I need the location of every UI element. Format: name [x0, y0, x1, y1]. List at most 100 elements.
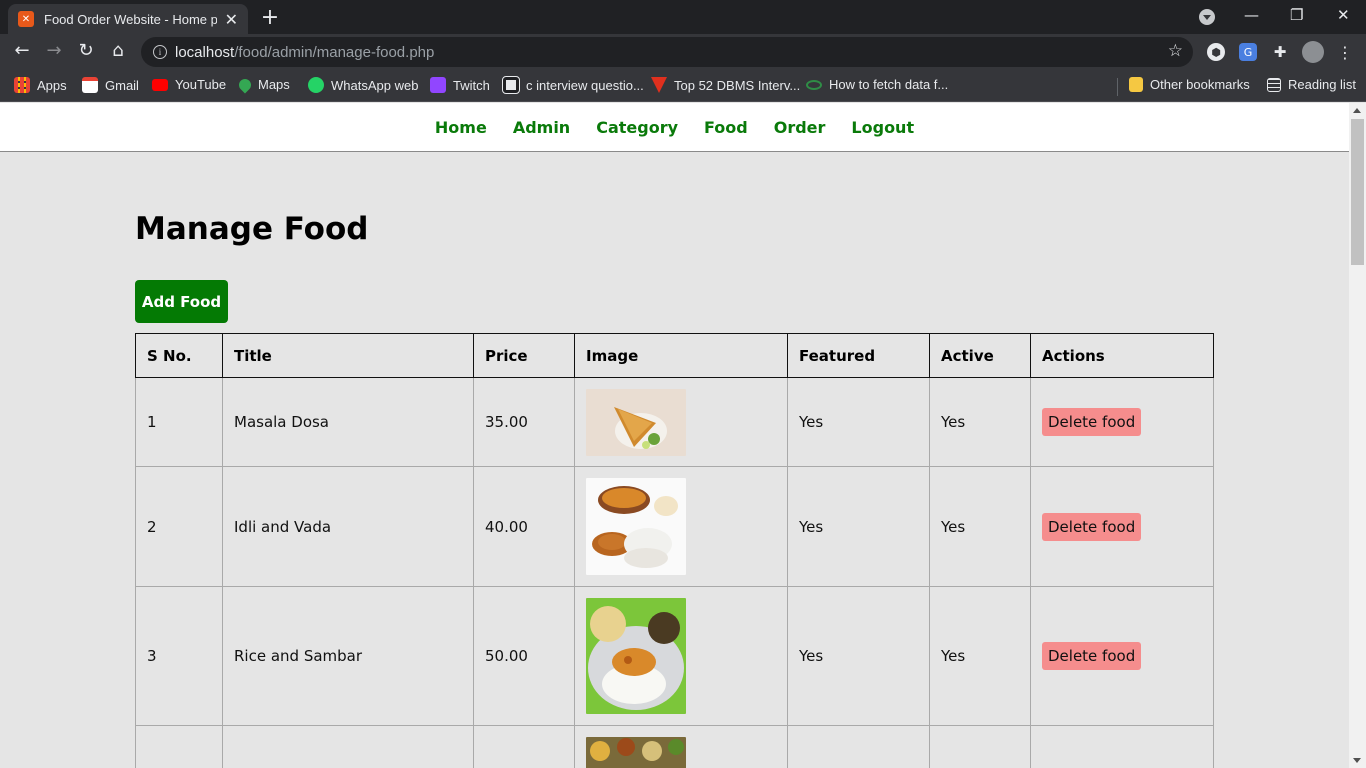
featured-cell: Yes — [787, 466, 930, 587]
bookmark-label: How to fetch data f... — [829, 77, 949, 92]
restore-icon[interactable]: ❐ — [1290, 6, 1303, 24]
reading-list-icon — [1267, 77, 1281, 92]
column-header: S No. — [135, 333, 223, 378]
scroll-up-icon[interactable] — [1353, 108, 1361, 113]
thali-image — [586, 737, 686, 768]
page-title: Manage Food — [135, 211, 369, 247]
price-cell — [473, 725, 575, 768]
actions-cell: Delete food — [1030, 586, 1214, 726]
column-header: Price — [473, 333, 575, 378]
active-cell — [929, 725, 1031, 768]
browser-toolbar: ← → ↻ ⌂ i localhost/food/admin/manage-fo… — [0, 34, 1366, 70]
column-header: Actions — [1030, 333, 1214, 378]
extension-shield-icon[interactable]: ⬢ — [1207, 43, 1225, 61]
google-translate-icon[interactable]: G — [1239, 43, 1257, 61]
active-cell: Yes — [929, 466, 1031, 587]
active-cell: Yes — [929, 586, 1031, 726]
price-cell: 50.00 — [473, 586, 575, 726]
nav-food[interactable]: Food — [704, 118, 748, 137]
actions-cell: Delete food — [1030, 377, 1214, 467]
bookmark-youtube[interactable]: YouTube — [152, 77, 226, 92]
whatsapp-icon — [308, 77, 324, 93]
rice-sambar-image — [586, 598, 686, 714]
bookmark-maps[interactable]: Maps — [236, 76, 290, 93]
actions-cell — [1030, 725, 1214, 768]
minimize-icon[interactable]: — — [1244, 6, 1259, 24]
page-viewport: Home Admin Category Food Order Logout Ma… — [0, 103, 1349, 768]
bookmark-gmail[interactable]: Gmail — [82, 77, 139, 93]
column-header: Featured — [787, 333, 930, 378]
window-close-icon[interactable]: ✕ — [1337, 6, 1350, 24]
column-header: Active — [929, 333, 1031, 378]
title-cell: Idli and Vada — [222, 466, 474, 587]
youtube-icon — [152, 78, 168, 91]
sno-cell: 1 — [135, 377, 223, 467]
address-bar[interactable]: i localhost/food/admin/manage-food.php ☆ — [141, 37, 1193, 67]
bookmarks-bar: Apps Gmail YouTube Maps WhatsApp web Twi… — [0, 70, 1366, 102]
reload-icon[interactable]: ↻ — [74, 40, 98, 61]
forward-icon[interactable]: → — [42, 40, 66, 61]
food-table: S No. Title Price Image Featured Active … — [135, 333, 1214, 768]
nav-order[interactable]: Order — [774, 118, 826, 137]
column-header: Title — [222, 333, 474, 378]
image-cell — [574, 586, 788, 726]
bookmark-label: Maps — [258, 77, 290, 92]
bookmark-label: Apps — [37, 77, 67, 93]
browser-tab[interactable]: ✕ Food Order Website - Home page ✕ — [8, 4, 248, 34]
featured-cell — [787, 725, 930, 768]
price-cell: 40.00 — [473, 466, 575, 587]
nav-home[interactable]: Home — [435, 118, 487, 137]
table-row — [135, 725, 1214, 768]
bookmark-whatsapp[interactable]: WhatsApp web — [308, 77, 418, 93]
bookmark-how-to-fetch[interactable]: How to fetch data f... — [806, 77, 948, 92]
bookmark-c-interview[interactable]: c interview questio... — [502, 76, 644, 94]
other-bookmarks[interactable]: Other bookmarks — [1129, 77, 1250, 92]
extensions-puzzle-icon[interactable]: ✚ — [1271, 43, 1289, 61]
sno-cell: 2 — [135, 466, 223, 587]
column-header: Image — [574, 333, 788, 378]
delete-food-button[interactable]: Delete food — [1042, 408, 1142, 436]
scroll-down-icon[interactable] — [1353, 758, 1361, 763]
page-scrollbar[interactable] — [1349, 103, 1366, 768]
delete-food-button[interactable]: Delete food — [1042, 512, 1142, 541]
nav-logout[interactable]: Logout — [851, 118, 914, 137]
home-icon[interactable]: ⌂ — [106, 40, 130, 61]
twitch-icon — [430, 77, 446, 93]
bookmark-star-icon[interactable]: ☆ — [1168, 41, 1183, 61]
site-info-icon[interactable]: i — [153, 45, 167, 59]
menu-kebab-icon[interactable]: ⋮ — [1336, 43, 1354, 62]
profile-menu-icon[interactable] — [1199, 9, 1215, 25]
nav-admin[interactable]: Admin — [513, 118, 570, 137]
back-icon[interactable]: ← — [10, 40, 34, 61]
reading-list[interactable]: Reading list — [1267, 77, 1356, 92]
scrollbar-thumb[interactable] — [1351, 119, 1364, 265]
avatar[interactable] — [1302, 41, 1324, 63]
apps-grid-icon — [14, 77, 30, 93]
idli-vada-image — [586, 478, 686, 575]
qr-code-icon — [502, 76, 520, 94]
sno-cell — [135, 725, 223, 768]
nav-category[interactable]: Category — [596, 118, 678, 137]
table-row: 1 Masala Dosa 35.00 Yes Yes Delete food — [135, 377, 1214, 467]
site-nav: Home Admin Category Food Order Logout — [0, 103, 1349, 152]
tab-title: Food Order Website - Home page — [44, 11, 217, 27]
tab-close-icon[interactable]: ✕ — [225, 10, 238, 29]
title-cell — [222, 725, 474, 768]
bookmarks-separator — [1117, 78, 1118, 96]
url-host: localhost — [175, 43, 235, 61]
title-cell: Rice and Sambar — [222, 586, 474, 726]
gmail-icon — [82, 77, 98, 93]
bookmark-label: Twitch — [453, 77, 490, 93]
bookmark-twitch[interactable]: Twitch — [430, 77, 490, 93]
title-cell: Masala Dosa — [222, 377, 474, 467]
bookmark-dbms[interactable]: Top 52 DBMS Interv... — [651, 77, 800, 93]
new-tab-button[interactable]: + — [258, 5, 282, 30]
delete-food-button[interactable]: Delete food — [1042, 642, 1142, 670]
actions-cell: Delete food — [1030, 466, 1214, 587]
bookmark-label: Gmail — [105, 77, 139, 93]
add-food-button[interactable]: Add Food — [135, 280, 228, 323]
bookmark-apps[interactable]: Apps — [14, 77, 67, 93]
image-cell — [574, 466, 788, 587]
browser-tab-bar: ✕ Food Order Website - Home page ✕ + — ❐… — [0, 0, 1366, 34]
maps-pin-icon — [236, 76, 254, 93]
